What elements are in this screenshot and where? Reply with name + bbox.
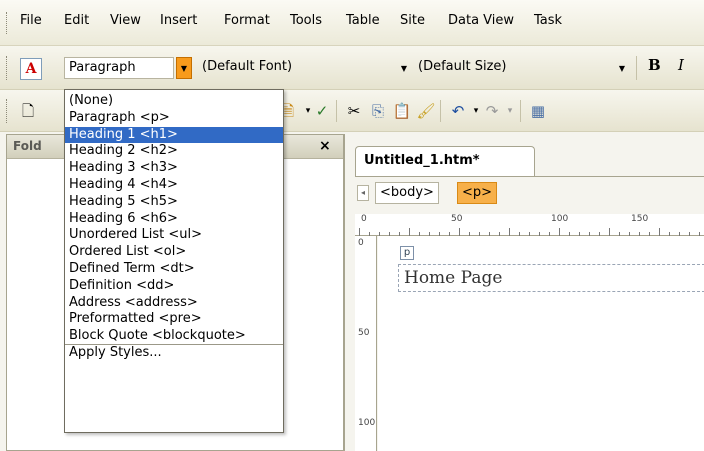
style-dropdown-list: (None) Paragraph <p> Heading 1 <h1> Head…: [64, 89, 284, 433]
bold-button[interactable]: B: [648, 56, 661, 74]
size-combo[interactable]: (Default Size): [414, 57, 564, 79]
style-option-heading-3[interactable]: Heading 3 <h3>: [65, 160, 283, 177]
menu-edit[interactable]: Edit: [64, 13, 89, 28]
menu-format[interactable]: Format: [224, 13, 270, 28]
style-option-unordered-list[interactable]: Unordered List <ul>: [65, 227, 283, 244]
style-option-defined-term[interactable]: Defined Term <dt>: [65, 261, 283, 278]
style-option-heading-6[interactable]: Heading 6 <h6>: [65, 211, 283, 228]
style-combo[interactable]: Paragraph: [64, 57, 174, 79]
menu-file[interactable]: File: [20, 13, 42, 28]
menu-insert[interactable]: Insert: [160, 13, 197, 28]
toolbar-separator: [336, 100, 337, 122]
style-dropdown-button[interactable]: ▼: [176, 57, 192, 79]
toolbar-grip[interactable]: [6, 12, 9, 34]
menu-bar: File Edit View Insert Format Tools Table…: [0, 0, 704, 46]
home-page-text[interactable]: Home Page: [404, 268, 502, 288]
document-tab[interactable]: Untitled_1.htm*: [355, 146, 535, 176]
folder-panel-title: Fold: [13, 139, 42, 153]
ruler-tick: [559, 228, 560, 236]
style-icon[interactable]: A: [20, 58, 42, 80]
style-option-address[interactable]: Address <address>: [65, 295, 283, 312]
style-option-definition[interactable]: Definition <dd>: [65, 278, 283, 295]
italic-button[interactable]: I: [678, 56, 684, 74]
design-page[interactable]: p Home Page: [378, 236, 704, 451]
tag-p[interactable]: <p>: [457, 182, 498, 204]
toolbar-separator: [440, 100, 441, 122]
toolbar-grip[interactable]: [6, 99, 9, 123]
paste-icon[interactable]: 📋: [392, 101, 412, 121]
toolbar-separator: [520, 100, 521, 122]
menu-table[interactable]: Table: [346, 13, 380, 28]
menu-tools[interactable]: Tools: [290, 13, 322, 28]
ruler-label: 0: [358, 238, 364, 248]
ruler-label: 100: [551, 214, 569, 224]
close-icon[interactable]: ×: [319, 138, 331, 154]
new-page-icon[interactable]: 🗋: [18, 101, 38, 121]
ruler-tick: [359, 228, 360, 236]
horizontal-ruler: 0 50 100 150: [355, 214, 704, 236]
ruler-tick: [459, 228, 460, 236]
style-option-heading-4[interactable]: Heading 4 <h4>: [65, 177, 283, 194]
vertical-ruler: 0 50 100: [355, 236, 377, 451]
ruler-tick: [659, 228, 660, 236]
editor-area: Untitled_1.htm* ◂ <body> <p> 0 50 100 15…: [344, 134, 704, 451]
style-option-heading-2[interactable]: Heading 2 <h2>: [65, 143, 283, 160]
formatting-toolbar: A Paragraph ▼ (Default Font) ▼ (Default …: [0, 46, 704, 90]
format-painter-icon[interactable]: 🖌: [416, 101, 436, 121]
redo-icon[interactable]: ↷: [482, 101, 502, 121]
paragraph-marker[interactable]: p: [400, 246, 414, 260]
style-option-block-quote[interactable]: Block Quote <blockquote>: [65, 328, 283, 345]
size-dropdown-button[interactable]: ▼: [614, 57, 630, 79]
style-option-none[interactable]: (None): [65, 93, 283, 110]
ruler-label: 0: [361, 214, 367, 224]
quick-tag-selector: ◂ <body> <p>: [355, 177, 704, 209]
copy-icon[interactable]: ⎘: [368, 101, 388, 121]
style-option-preformatted[interactable]: Preformatted <pre>: [65, 311, 283, 328]
toolbar-grip[interactable]: [6, 56, 9, 80]
ruler-tick: [409, 228, 410, 236]
spelling-icon[interactable]: ✓: [312, 101, 332, 121]
ruler-label: 150: [631, 214, 649, 224]
style-option-paragraph[interactable]: Paragraph <p>: [65, 110, 283, 127]
menu-view[interactable]: View: [110, 13, 141, 28]
font-combo[interactable]: (Default Font): [198, 57, 324, 79]
style-option-heading-1[interactable]: Heading 1 <h1>: [65, 126, 283, 144]
ruler-tick: [609, 228, 610, 236]
menu-task[interactable]: Task: [534, 13, 562, 28]
font-dropdown-button[interactable]: ▼: [396, 57, 412, 79]
ruler-label: 100: [358, 418, 376, 428]
cut-icon[interactable]: ✂: [344, 101, 364, 121]
undo-icon[interactable]: ↶: [448, 101, 468, 121]
ruler-label: 50: [451, 214, 463, 224]
style-option-ordered-list[interactable]: Ordered List <ol>: [65, 244, 283, 261]
style-option-heading-5[interactable]: Heading 5 <h5>: [65, 194, 283, 211]
tag-body[interactable]: <body>: [375, 182, 439, 204]
chevron-down-icon[interactable]: ▾: [500, 101, 520, 121]
table-icon[interactable]: ▦: [528, 101, 548, 121]
menu-data-view[interactable]: Data View: [448, 13, 514, 28]
style-option-apply-styles[interactable]: Apply Styles...: [65, 345, 283, 362]
tag-scroll-left-icon[interactable]: ◂: [357, 185, 369, 201]
ruler-label: 50: [358, 328, 370, 338]
ruler-tick: [509, 228, 510, 236]
toolbar-separator: [636, 56, 637, 80]
menu-site[interactable]: Site: [400, 13, 425, 28]
